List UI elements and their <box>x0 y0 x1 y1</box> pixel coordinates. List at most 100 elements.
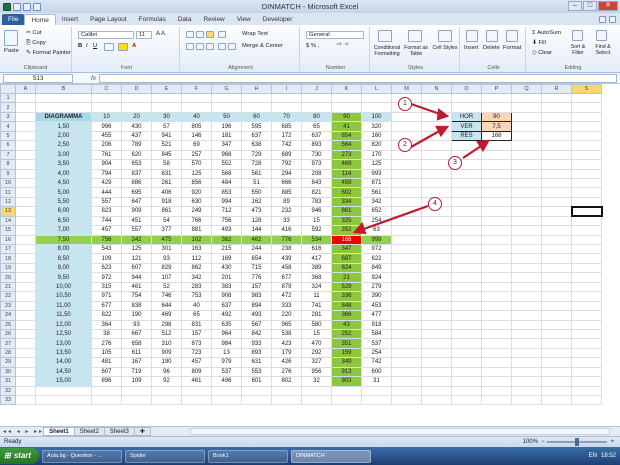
formula-input[interactable] <box>99 73 617 83</box>
cell-styles-icon[interactable] <box>438 30 452 42</box>
conditional-formatting-button[interactable]: Conditional Formatting <box>372 45 402 57</box>
align-bottom-icon[interactable] <box>206 31 214 38</box>
autosum-button[interactable]: Σ AutoSum <box>532 30 561 36</box>
orientation-icon[interactable] <box>218 31 226 38</box>
status-bar: Ready 100% − + <box>0 436 620 447</box>
maximize-button[interactable]: □ <box>583 1 597 11</box>
annotation-marker: 2 <box>398 138 412 152</box>
delete-button[interactable]: Delete <box>483 45 500 51</box>
horizontal-scrollbar[interactable] <box>190 428 610 435</box>
find-select-icon[interactable] <box>596 30 607 41</box>
delete-cells-icon[interactable] <box>486 30 498 42</box>
accounting-format-button[interactable]: $ % , <box>306 43 319 49</box>
formula-bar: S13 fx <box>0 73 620 84</box>
format-cells-icon[interactable] <box>506 30 518 42</box>
ribbon-tabs: File Home Insert Page Layout Formulas Da… <box>0 13 620 25</box>
find-select-button[interactable]: Find & Select <box>590 44 616 56</box>
align-center-icon[interactable] <box>196 43 204 50</box>
help-icon[interactable] <box>599 16 606 23</box>
format-as-table-button[interactable]: Format as Table <box>402 45 430 57</box>
align-right-icon[interactable] <box>206 43 214 50</box>
tab-page-layout[interactable]: Page Layout <box>84 14 133 25</box>
alignment-label: Alignment <box>228 65 253 71</box>
align-middle-icon[interactable] <box>196 31 204 38</box>
zoom-in-icon[interactable]: + <box>610 439 614 445</box>
clipboard-group: Paste ✂ Cut ⎘ Copy ✎ Format Painter Clip… <box>0 27 72 71</box>
align-top-icon[interactable] <box>186 31 194 38</box>
sheet-nav-buttons[interactable]: ◂◂ ◂ ▸ ▸▸ <box>3 428 44 435</box>
number-group: General $ % , ⁺⁰ ⁻⁰ Number <box>302 27 370 71</box>
zoom-slider[interactable] <box>547 438 608 446</box>
merge-center-button[interactable]: Merge & Center <box>242 43 283 49</box>
align-left-icon[interactable] <box>186 43 194 50</box>
close-button[interactable]: ✕ <box>598 1 618 11</box>
bold-button[interactable]: B <box>78 43 82 49</box>
zoom-out-icon[interactable]: − <box>541 439 545 445</box>
start-button[interactable]: ⊞ start <box>0 448 40 464</box>
borders-icon[interactable] <box>104 43 114 51</box>
font-size-select[interactable]: 11 <box>136 31 152 39</box>
grow-font-button[interactable]: A A <box>156 31 165 37</box>
name-box[interactable]: S13 <box>3 73 73 83</box>
taskbar-item[interactable]: Book1 <box>208 449 289 463</box>
font-name-select[interactable]: Calibri <box>78 31 134 39</box>
clear-label: Clear <box>538 50 552 56</box>
autosum-label: AutoSum <box>537 30 562 36</box>
tab-data[interactable]: Data <box>172 14 198 25</box>
format-table-icon[interactable] <box>408 30 422 42</box>
insert-button[interactable]: Insert <box>464 45 479 51</box>
tab-view[interactable]: View <box>231 14 257 25</box>
insert-cells-icon[interactable] <box>466 30 478 42</box>
sheet-tab[interactable]: Sheet3 <box>103 427 135 436</box>
cells-group: Insert Delete Format Cells <box>462 27 526 71</box>
copy-button[interactable]: ⎘ Copy <box>26 40 46 47</box>
paste-icon[interactable] <box>4 30 18 46</box>
insert-sheet-icon[interactable]: ✚ <box>133 427 151 436</box>
underline-button[interactable]: U <box>93 43 97 49</box>
tab-review[interactable]: Review <box>197 14 230 25</box>
increase-indent-icon[interactable] <box>228 43 236 50</box>
styles-label: Styles <box>408 65 423 71</box>
taskbar-item[interactable]: Spider <box>125 449 206 463</box>
decimal-buttons[interactable]: ⁺⁰ ⁻⁰ <box>336 43 348 49</box>
format-painter-button[interactable]: ✎ Format Painter <box>26 50 71 56</box>
fill-color-icon[interactable] <box>118 43 128 51</box>
wrap-text-button[interactable]: Wrap Text <box>242 31 268 37</box>
tab-developer[interactable]: Developer <box>257 14 299 25</box>
cut-button[interactable]: ✂ Cut <box>26 30 42 36</box>
language-indicator[interactable]: EN <box>589 453 597 459</box>
windows-taskbar: ⊞ start Aula.bg - Question - ... Spider B… <box>0 447 620 465</box>
fx-icon[interactable]: fx <box>91 75 96 82</box>
styles-group: Conditional Formatting Format as Table C… <box>372 27 460 71</box>
sheet-tab[interactable]: Sheet1 <box>43 427 75 436</box>
tab-insert[interactable]: Insert <box>56 14 84 25</box>
taskbar-item[interactable]: DINMATCH <box>291 449 372 463</box>
zoom-knob[interactable] <box>575 438 580 446</box>
decrease-indent-icon[interactable] <box>218 43 226 50</box>
font-group: Calibri 11 A A B I U A Font <box>74 27 180 71</box>
conditional-formatting-icon[interactable] <box>378 30 392 42</box>
status-ready: Ready <box>4 439 22 445</box>
sort-filter-icon[interactable] <box>572 30 583 41</box>
minimize-button[interactable]: – <box>568 1 582 11</box>
worksheet[interactable]: A B C D E F G H I J K L M N O P Q R S 1 2 3 DIAGRAMMA 10 20 30 40 5… <box>0 84 620 426</box>
tab-formulas[interactable]: Formulas <box>133 14 172 25</box>
sort-filter-button[interactable]: Sort & Filter <box>566 44 590 56</box>
zoom-control[interactable]: 100% − + <box>523 438 614 446</box>
sheet-tab[interactable]: Sheet2 <box>73 427 105 436</box>
cells-label: Cells <box>487 65 500 71</box>
font-color-icon[interactable]: A <box>132 43 136 49</box>
tab-file[interactable]: File <box>2 14 25 25</box>
format-button[interactable]: Format <box>503 45 521 51</box>
cell-styles-button[interactable]: Cell Styles <box>432 45 458 51</box>
paste-button[interactable]: Paste <box>4 48 19 54</box>
clear-button[interactable]: ◇ Clear <box>532 50 552 56</box>
clock: 18:52 <box>600 453 616 459</box>
taskbar-item[interactable]: Aula.bg - Question - ... <box>42 449 123 463</box>
italic-button[interactable]: I <box>86 43 88 49</box>
fill-button[interactable]: ⬇ Fill <box>532 40 546 46</box>
ribbon-minimize-icon[interactable] <box>609 16 616 23</box>
number-format-select[interactable]: General <box>306 31 364 39</box>
system-tray: EN 18:52 <box>589 453 620 459</box>
tab-home[interactable]: Home <box>24 14 56 25</box>
